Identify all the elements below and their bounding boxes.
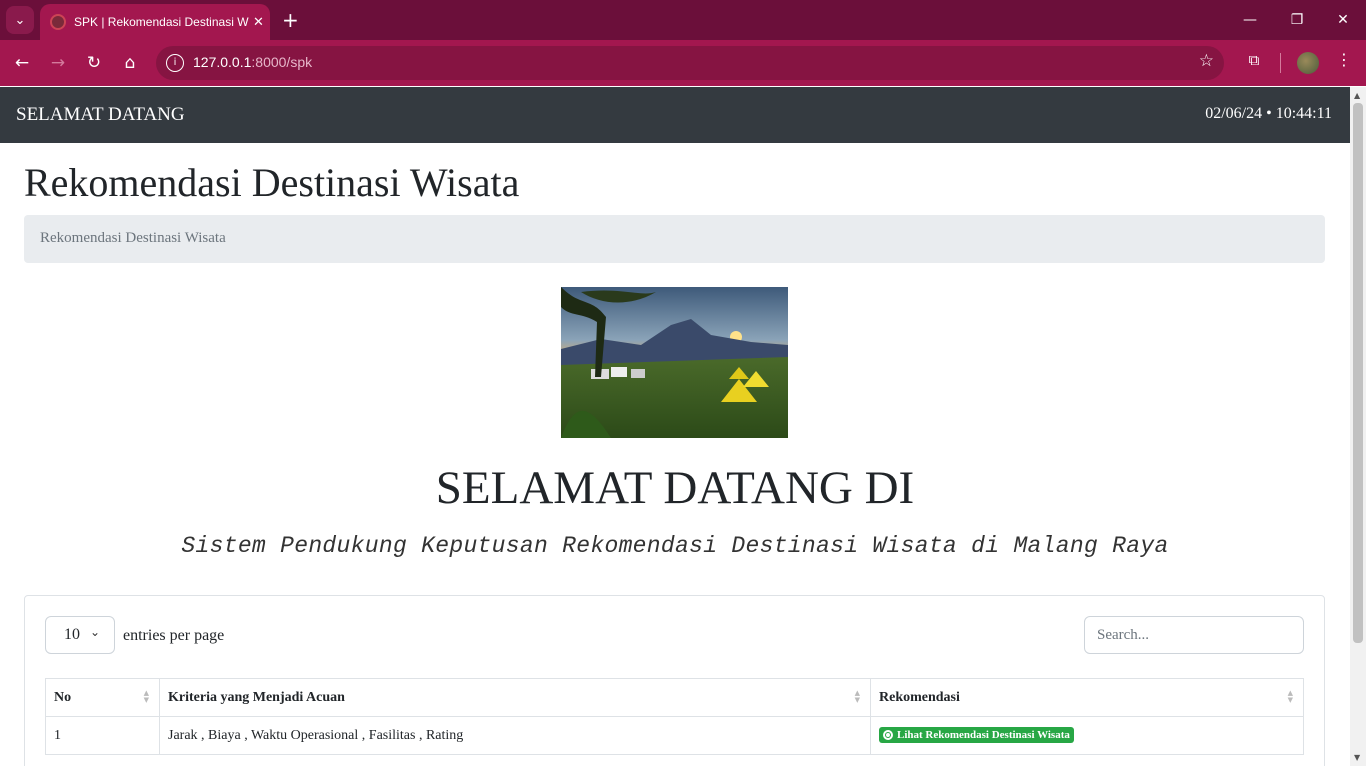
column-header-label: Kriteria yang Menjadi Acuan — [168, 689, 345, 705]
sort-icon: ▲ ▼ — [143, 689, 149, 704]
entries-per-page-label: entries per page — [123, 627, 225, 644]
url-text[interactable]: 127.0.0.1:8000/spk — [193, 54, 312, 70]
cell-rekomendasi: Lihat Rekomendasi Destinasi Wisata — [870, 716, 1304, 755]
entries-per-page-select[interactable]: 10 ⌄ — [45, 616, 115, 654]
sort-icon: ▲ ▼ — [854, 689, 860, 704]
eye-icon — [883, 729, 893, 740]
cell-no: 1 — [45, 716, 160, 755]
tab-search-chevron-down-icon[interactable]: ⌄ — [6, 6, 34, 34]
tab-title: SPK | Rekomendasi Destinasi W — [74, 15, 249, 29]
minimize-button[interactable]: — — [1238, 8, 1262, 32]
breadcrumb-item: Rekomendasi Destinasi Wisata — [40, 230, 226, 246]
per-page-value: 10 — [64, 626, 80, 643]
url-host: 127.0.0.1 — [193, 54, 252, 70]
hero-landscape-image — [561, 287, 788, 438]
profile-avatar[interactable] — [1297, 52, 1319, 74]
scroll-thumb[interactable] — [1353, 103, 1363, 643]
cell-kriteria: Jarak , Biaya , Waktu Operasional , Fasi… — [159, 716, 871, 755]
hero-title: SELAMAT DATANG DI — [435, 462, 915, 514]
column-header-no[interactable]: No ▲ ▼ — [45, 678, 160, 717]
toolbar-divider — [1280, 53, 1281, 73]
top-navbar: SELAMAT DATANG 02/06/24 • 10:44:11 — [0, 87, 1350, 143]
page-title: Rekomendasi Destinasi Wisata — [24, 160, 520, 205]
chevron-down-icon: ⌄ — [89, 625, 100, 639]
extensions-icon[interactable]: ⧉ — [1243, 51, 1265, 73]
back-icon[interactable]: ← — [10, 51, 34, 75]
home-icon[interactable]: ⌂ — [118, 51, 142, 75]
browser-tab-strip: ⌄ SPK | Rekomendasi Destinasi W ✕ + — ❐ … — [0, 0, 1366, 40]
column-header-rekomendasi[interactable]: Rekomendasi ▲ ▼ — [870, 678, 1304, 717]
data-table: No ▲ ▼ Kriteria yang Menjadi Acuan ▲ ▼ Rek… — [45, 678, 1304, 755]
navbar-datetime: 02/06/24 • 10:44:11 — [1205, 105, 1332, 122]
scroll-down-icon[interactable]: ▼ — [1354, 753, 1360, 762]
lihat-rekomendasi-button[interactable]: Lihat Rekomendasi Destinasi Wisata — [879, 726, 1074, 743]
page-viewport: SELAMAT DATANG 02/06/24 • 10:44:11 Rekom… — [0, 87, 1350, 766]
table-header-row: No ▲ ▼ Kriteria yang Menjadi Acuan ▲ ▼ Rek… — [45, 678, 1304, 717]
reload-icon[interactable]: ↻ — [82, 51, 106, 75]
hero-subtitle: Sistem Pendukung Keputusan Rekomendasi D… — [181, 533, 1169, 559]
url-path: :8000/spk — [251, 54, 313, 70]
table-row: 1 Jarak , Biaya , Waktu Operasional , Fa… — [45, 716, 1304, 755]
navbar-brand[interactable]: SELAMAT DATANG — [16, 104, 185, 126]
sort-icon: ▲ ▼ — [1287, 689, 1293, 704]
address-bar[interactable]: i 127.0.0.1:8000/spk ☆ — [156, 46, 1224, 80]
datatable-card: 10 ⌄ entries per page No ▲▼ Kriteria yan… — [24, 595, 1325, 766]
restore-button[interactable]: ❐ — [1285, 8, 1309, 32]
tab-close-icon[interactable]: ✕ — [253, 15, 264, 30]
scroll-up-icon[interactable]: ▲ — [1354, 91, 1360, 100]
tab-favicon-icon — [50, 14, 66, 30]
page-scrollbar[interactable]: ▲ ▼ — [1350, 87, 1366, 766]
search-input[interactable] — [1084, 616, 1304, 654]
column-header-label: No — [54, 689, 72, 705]
breadcrumb: Rekomendasi Destinasi Wisata — [24, 215, 1325, 263]
new-tab-button[interactable]: + — [282, 8, 299, 32]
column-header-label: Rekomendasi — [879, 689, 960, 705]
lihat-rekomendasi-label: Lihat Rekomendasi Destinasi Wisata — [897, 728, 1070, 741]
close-window-button[interactable]: ✕ — [1331, 8, 1355, 32]
kebab-menu-icon[interactable]: ⋮ — [1336, 50, 1352, 69]
site-info-icon[interactable]: i — [166, 54, 184, 72]
column-header-kriteria[interactable]: Kriteria yang Menjadi Acuan ▲ ▼ — [159, 678, 871, 717]
browser-toolbar: ← → ↻ ⌂ i 127.0.0.1:8000/spk ☆ — [0, 40, 1366, 86]
forward-icon[interactable]: → — [46, 51, 70, 75]
bookmark-star-icon[interactable]: ☆ — [1199, 51, 1214, 71]
browser-tab-active[interactable]: SPK | Rekomendasi Destinasi W ✕ — [40, 4, 270, 40]
